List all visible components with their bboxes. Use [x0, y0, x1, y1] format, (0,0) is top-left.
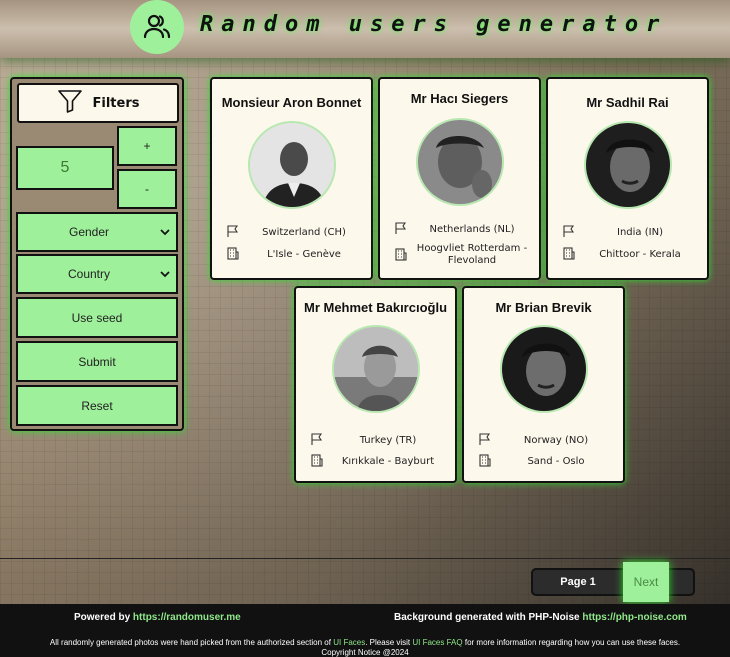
country-select[interactable]: Country: [16, 254, 178, 294]
notice-text-3: for more information regarding how you c…: [464, 638, 681, 647]
filters-header[interactable]: Filters: [17, 83, 179, 123]
user-card: Monsieur Aron Bonnet Switzerland (CH) L'…: [210, 77, 373, 280]
flag-icon: [394, 221, 410, 238]
filters-panel: Filters 5 + - Gender Country Use seed Su…: [10, 77, 184, 431]
user-location: Chittoor - Kerala: [599, 248, 681, 260]
site-footer: Powered by https://randomuser.me Backgro…: [0, 604, 730, 657]
users-logo-icon: [130, 0, 184, 54]
user-name: Mr Hacı Siegers: [410, 91, 509, 106]
user-location: Kırıkkale - Bayburt: [341, 455, 435, 467]
user-location: Hoogvliet Rotterdam - Flevoland: [416, 243, 528, 266]
location-row: Sand - Oslo: [478, 453, 618, 470]
user-country: Norway (NO): [523, 434, 589, 446]
building-icon: [310, 453, 326, 470]
ui-faces-faq-link[interactable]: UI Faces FAQ: [412, 638, 462, 647]
pagination: Page 1 Next: [531, 562, 695, 602]
building-icon: [478, 453, 494, 470]
use-seed-button[interactable]: Use seed: [16, 297, 178, 338]
country-row: Netherlands (NL): [394, 221, 534, 238]
user-avatar: [332, 325, 420, 413]
flag-icon: [478, 432, 494, 449]
copyright: Copyright Notice @2024: [321, 648, 409, 657]
faces-notice: All randomly generated photos were hand …: [0, 638, 730, 647]
powered-by-label: Powered by: [74, 612, 131, 623]
funnel-icon: [57, 88, 83, 118]
flag-icon: [562, 224, 578, 241]
user-name: Mr Mehmet Bakırcıoğlu: [303, 300, 448, 315]
user-card: Mr Brian Brevik Norway (NO) Sand - Oslo: [462, 286, 625, 483]
user-name: Monsieur Aron Bonnet: [221, 95, 362, 110]
powered-by: Powered by https://randomuser.me: [74, 612, 241, 623]
background-credit: Background generated with PHP-Noise http…: [394, 612, 687, 623]
notice-text-2: . Please visit: [365, 638, 411, 647]
background-credit-label: Background generated with PHP-Noise: [394, 612, 580, 623]
next-page-button[interactable]: Next: [623, 562, 669, 602]
user-card: Mr Hacı Siegers Netherlands (NL) Hoogvli…: [378, 77, 541, 280]
user-location: L'Isle - Genève: [267, 248, 341, 260]
user-name: Mr Sadhil Rai: [586, 95, 669, 110]
flag-icon: [310, 432, 326, 449]
user-name: Mr Brian Brevik: [495, 300, 592, 315]
gender-select[interactable]: Gender: [16, 212, 178, 252]
country-row: India (IN): [562, 224, 702, 241]
reset-button[interactable]: Reset: [16, 385, 178, 426]
site-header: Random users generator: [0, 0, 730, 58]
country-row: Turkey (TR): [310, 432, 450, 449]
user-avatar: [584, 121, 672, 209]
user-avatar: [500, 325, 588, 413]
location-row: Kırıkkale - Bayburt: [310, 453, 450, 470]
chevron-down-icon: [160, 267, 170, 281]
decrement-button[interactable]: -: [117, 169, 177, 209]
building-icon: [562, 246, 578, 263]
page-indicator: Page 1: [560, 576, 596, 588]
user-country: Switzerland (CH): [262, 226, 346, 238]
site-title: Random users generator: [200, 12, 668, 37]
user-country: Turkey (TR): [359, 434, 417, 446]
user-country: Netherlands (NL): [429, 223, 515, 235]
user-location: Sand - Oslo: [527, 455, 585, 467]
location-row: Hoogvliet Rotterdam - Flevoland: [394, 243, 534, 267]
user-count-input[interactable]: 5: [16, 146, 114, 190]
location-row: Chittoor - Kerala: [562, 246, 702, 263]
increment-button[interactable]: +: [117, 126, 177, 166]
ui-faces-link[interactable]: UI Faces: [333, 638, 365, 647]
building-icon: [394, 247, 410, 264]
country-row: Switzerland (CH): [226, 224, 366, 241]
user-country: India (IN): [617, 226, 663, 238]
chevron-down-icon: [160, 225, 170, 239]
flag-icon: [226, 224, 242, 241]
country-select-label: Country: [67, 267, 111, 281]
location-row: L'Isle - Genève: [226, 246, 366, 263]
randomuser-link[interactable]: https://randomuser.me: [133, 612, 241, 623]
php-noise-link[interactable]: https://php-noise.com: [582, 612, 686, 623]
user-avatar: [248, 121, 336, 209]
user-avatar: [416, 118, 504, 206]
filters-title: Filters: [92, 95, 140, 111]
country-row: Norway (NO): [478, 432, 618, 449]
gender-select-label: Gender: [68, 225, 110, 239]
building-icon: [226, 246, 242, 263]
submit-button[interactable]: Submit: [16, 341, 178, 382]
user-card: Mr Mehmet Bakırcıoğlu Turkey (TR) Kırıkk…: [294, 286, 457, 483]
divider: [0, 558, 730, 559]
user-card: Mr Sadhil Rai India (IN) Chittoor - Kera…: [546, 77, 709, 280]
notice-text-1: All randomly generated photos were hand …: [49, 638, 331, 647]
